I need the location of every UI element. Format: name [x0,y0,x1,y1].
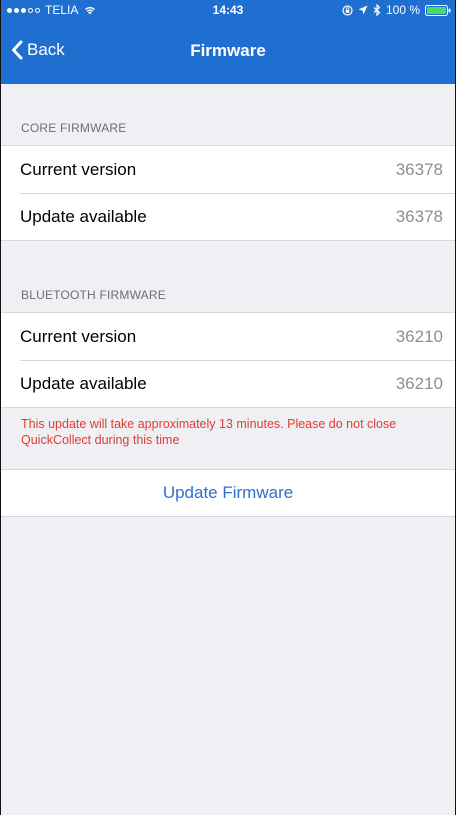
core-firmware-header: CORE FIRMWARE [21,121,127,135]
battery-icon [425,4,451,16]
navigation-bar: Back Firmware [1,20,455,84]
location-arrow-icon [358,5,368,15]
update-warning-text: This update will take approximately 13 m… [21,417,397,447]
bluetooth-firmware-group: Current version 36210 Update available 3… [1,312,455,408]
page-title: Firmware [190,41,266,60]
status-right: 100 % [342,3,451,17]
row-value: 36378 [395,159,443,179]
battery-percent: 100 % [385,3,420,17]
bluetooth-current-version-row: Current version 36210 [1,313,455,360]
app-screen: TELIA 14:43 100 % Back Firmware CORE FIR… [0,0,456,815]
row-label: Current version [20,326,137,346]
row-value: 36378 [395,206,443,226]
update-firmware-button[interactable]: Update Firmware [157,482,299,504]
bluetooth-update-available-row: Update available 36210 [1,360,455,407]
bluetooth-icon [373,4,381,16]
row-label: Update available [20,373,147,393]
status-bar: TELIA 14:43 100 % [1,0,455,20]
row-label: Current version [20,159,137,179]
row-value: 36210 [395,373,443,393]
row-label: Update available [20,206,147,226]
top-bar: TELIA 14:43 100 % Back Firmware [1,0,455,84]
row-value: 36210 [395,326,443,346]
core-current-version-row: Current version 36378 [1,146,455,193]
core-firmware-group: Current version 36378 Update available 3… [1,145,455,241]
lock-rotation-icon [342,4,353,16]
core-update-available-row: Update available 36378 [1,193,455,240]
bluetooth-firmware-header: BLUETOOTH FIRMWARE [21,288,166,302]
update-action-group: Update Firmware [1,469,455,517]
